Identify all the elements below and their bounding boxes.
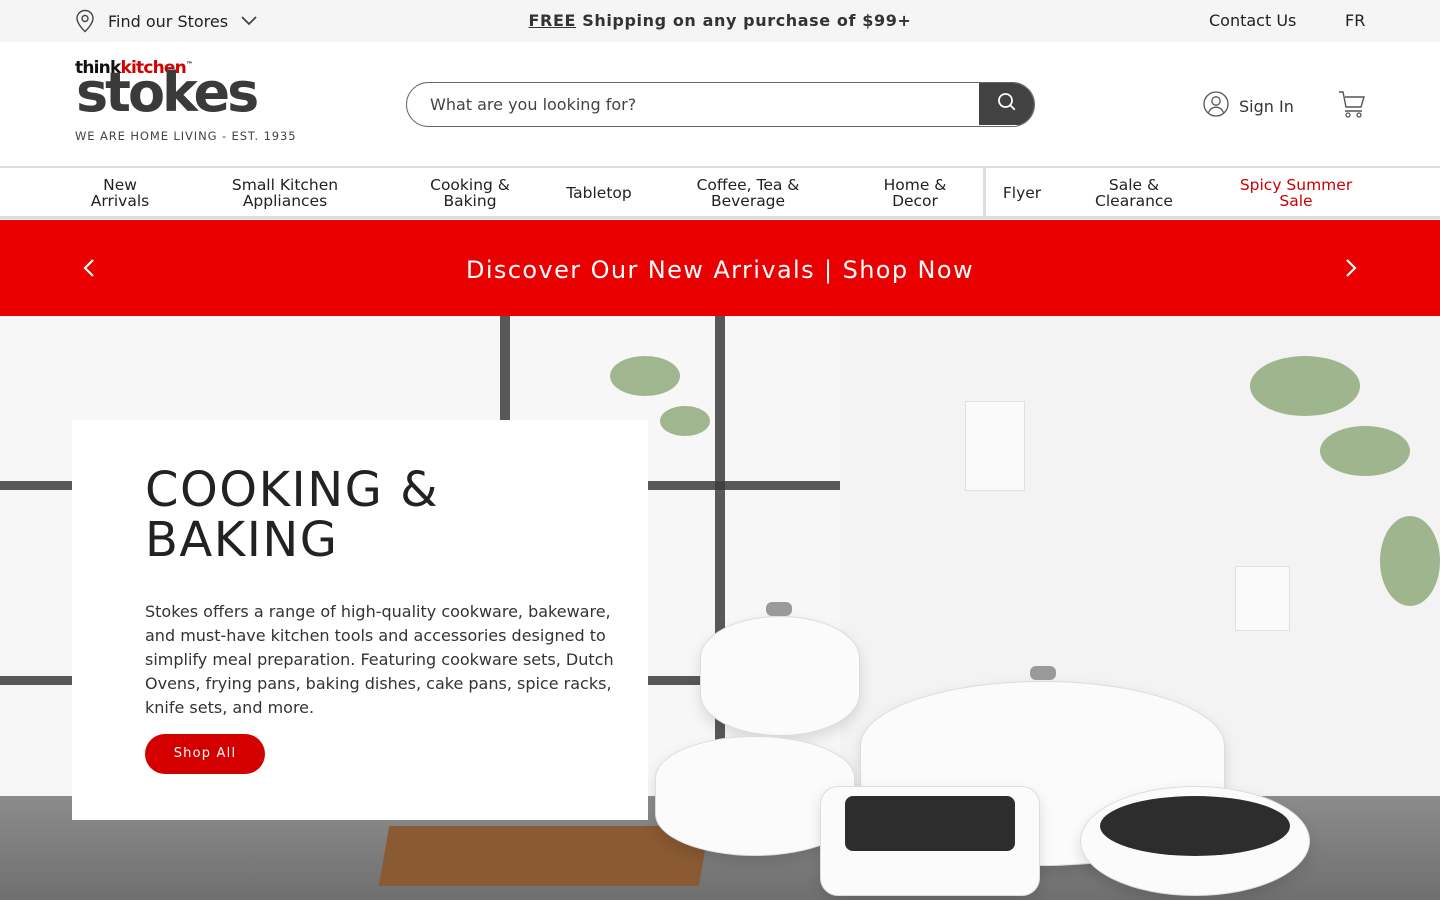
cart-icon <box>1338 91 1366 122</box>
category-nav: New Arrivals Small Kitchen Appliances Co… <box>0 166 1440 219</box>
language-toggle[interactable]: FR <box>1345 11 1365 30</box>
search-button[interactable] <box>979 83 1034 125</box>
nav-cooking-baking[interactable]: Cooking & Baking <box>415 177 525 209</box>
nav-sale-clearance[interactable]: Sale & Clearance <box>1079 177 1189 209</box>
banner-message[interactable]: Discover Our New Arrivals | Shop Now <box>0 256 1440 284</box>
cart-button[interactable] <box>1338 90 1366 122</box>
search-input[interactable] <box>407 83 981 125</box>
nav-divider <box>983 168 986 216</box>
contact-us-link[interactable]: Contact Us <box>1209 11 1296 30</box>
hero-description: Stokes offers a range of high-quality co… <box>145 602 614 717</box>
banner-next-button[interactable] <box>1338 256 1362 280</box>
nav-tabletop[interactable]: Tabletop <box>554 185 644 201</box>
hero-title: COOKING & BAKING <box>145 462 439 568</box>
shop-all-button[interactable]: Shop All <box>145 734 265 774</box>
nav-home-decor[interactable]: Home & Decor <box>870 177 960 209</box>
search-bar <box>406 82 1035 127</box>
logo-tagline: WE ARE HOME LIVING - EST. 1935 <box>75 129 297 143</box>
nav-spicy-summer-sale[interactable]: Spicy Summer Sale <box>1226 177 1366 209</box>
user-icon <box>1203 91 1229 121</box>
promo-banner: Discover Our New Arrivals | Shop Now <box>0 220 1440 316</box>
nav-coffee-tea-beverage[interactable]: Coffee, Tea & Beverage <box>678 177 818 209</box>
logo-brand: stokes <box>76 61 259 124</box>
sign-in-label: Sign In <box>1239 96 1294 116</box>
sign-in-link[interactable]: Sign In <box>1203 91 1294 121</box>
chevron-right-icon <box>1338 259 1362 284</box>
promo-free[interactable]: FREE <box>529 11 577 30</box>
nav-new-arrivals[interactable]: New Arrivals <box>80 177 160 209</box>
site-logo[interactable]: thinkkitchen™ stokes WE ARE HOME LIVING … <box>75 58 296 144</box>
hero-section: COOKING & BAKING Stokes offers a range o… <box>0 316 1440 900</box>
nav-flyer[interactable]: Flyer <box>992 185 1052 201</box>
search-icon <box>997 92 1017 116</box>
utility-bar: Find our Stores FREE Shipping on any pur… <box>0 0 1440 42</box>
promo-text: Shipping on any purchase of $99+ <box>576 11 912 30</box>
hero-card: COOKING & BAKING Stokes offers a range o… <box>72 420 648 820</box>
nav-small-kitchen-appliances[interactable]: Small Kitchen Appliances <box>215 177 355 209</box>
